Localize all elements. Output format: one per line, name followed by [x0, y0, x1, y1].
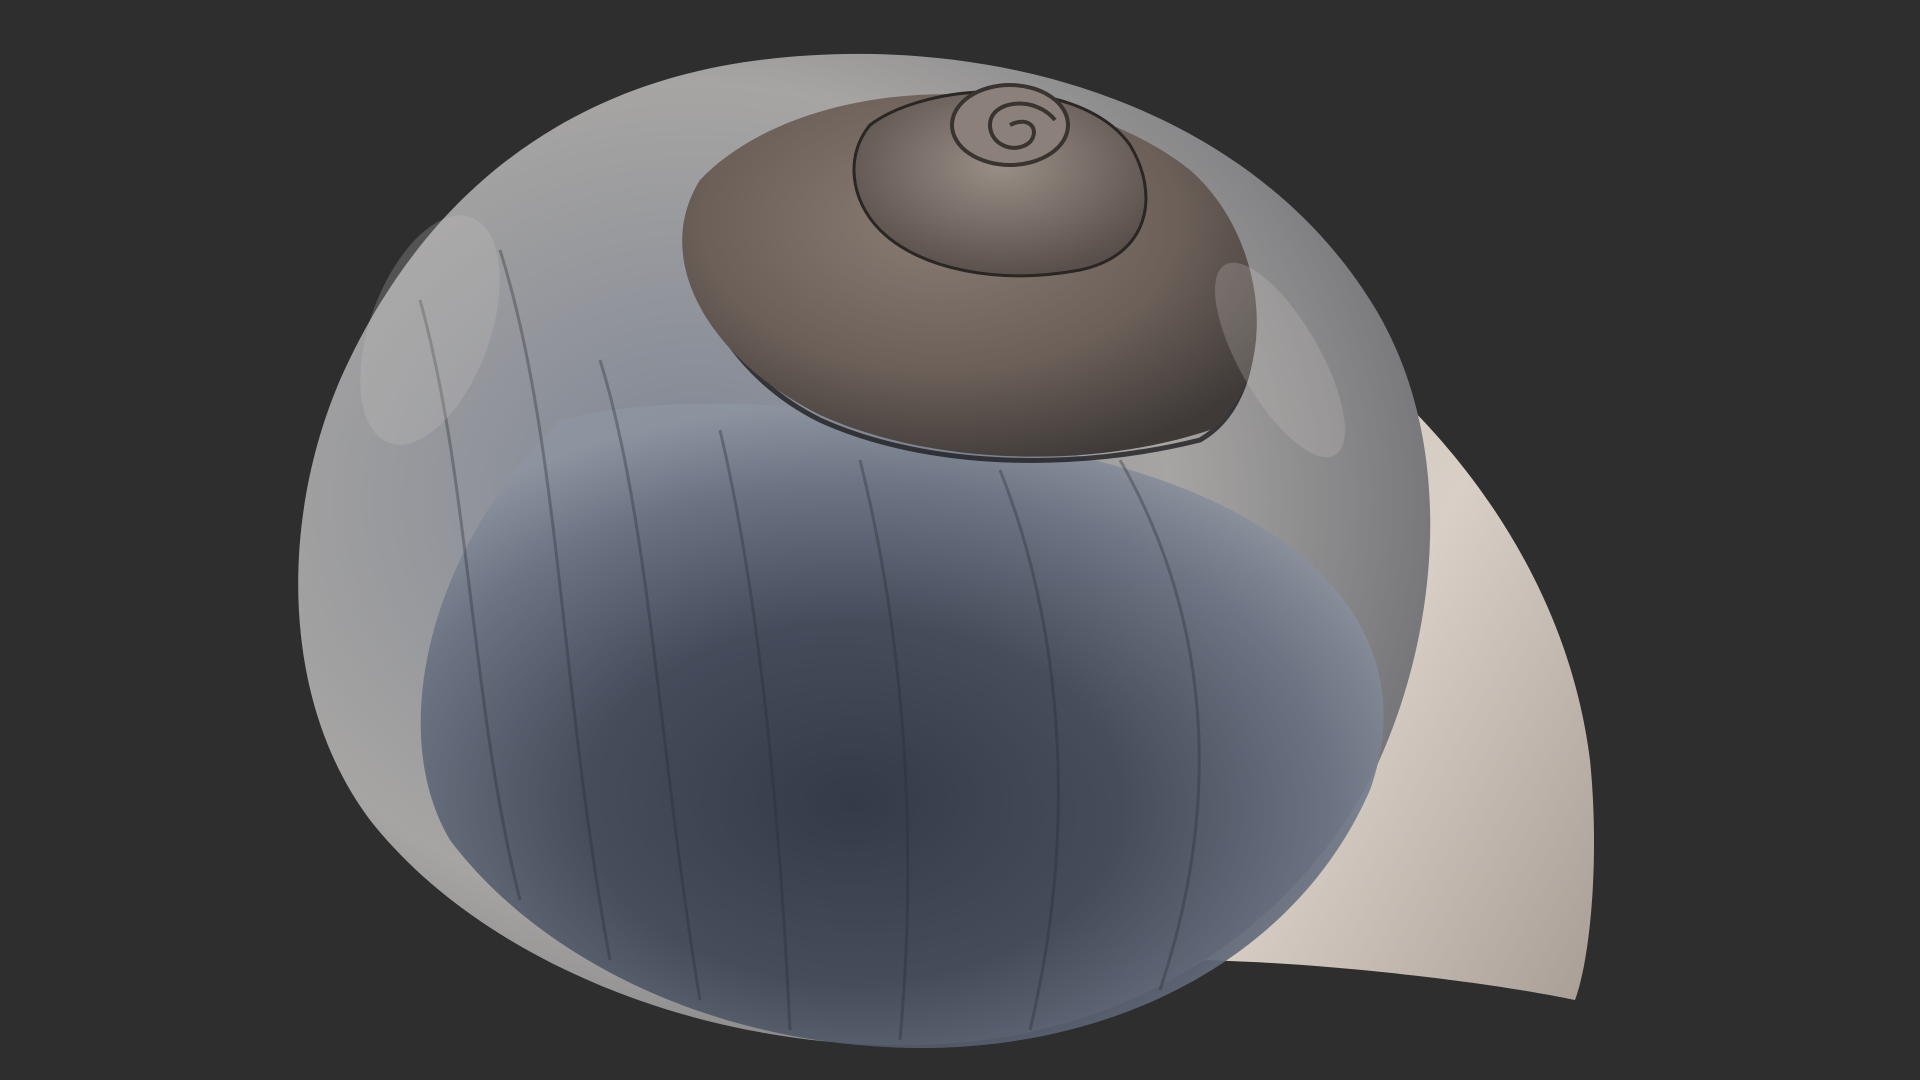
- photo-scene: [0, 0, 1920, 1080]
- shell-apex-spiral: [950, 83, 1070, 167]
- snail-shell-illustration: [298, 53, 1595, 1049]
